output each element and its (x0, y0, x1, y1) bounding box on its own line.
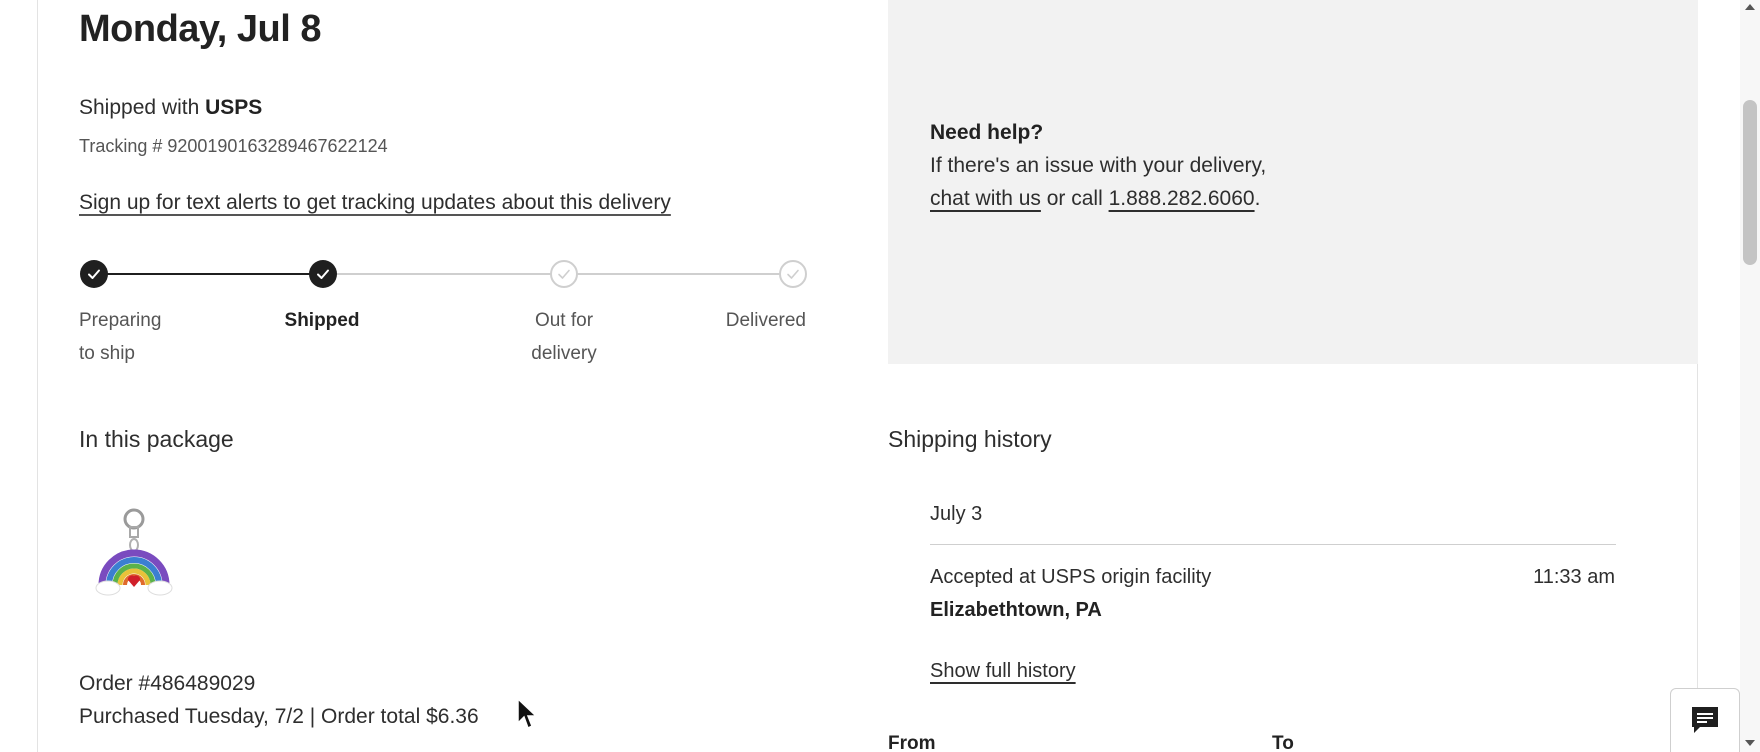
step-label-preparing: Preparing to ship (79, 310, 162, 364)
package-heading: In this package (79, 426, 234, 452)
tracking-number: Tracking # 9200190163289467622124 (79, 136, 388, 156)
check-icon (558, 269, 570, 279)
history-date: July 3 (930, 503, 983, 525)
history-divider (930, 544, 1616, 545)
help-contact: chat with us or call 1.888.282.6060. (930, 187, 1260, 211)
check-icon (787, 269, 799, 279)
step-node-preparing (80, 260, 108, 288)
rainbow-charm-image[interactable] (94, 505, 174, 605)
carrier-name: USPS (205, 96, 263, 119)
help-panel: Need help? If there's an issue with your… (888, 0, 1698, 364)
chat-with-us-link[interactable]: chat with us (930, 187, 1041, 210)
to-label: To (1272, 733, 1294, 752)
step-label-shipped: Shipped (284, 310, 360, 331)
scroll-up-arrow-icon[interactable] (1740, 0, 1760, 14)
scroll-down-arrow-icon[interactable] (1740, 736, 1760, 750)
help-title: Need help? (930, 121, 1044, 144)
chat-bubble-icon (1692, 707, 1718, 733)
history-event: Accepted at USPS origin facility (930, 566, 1212, 588)
chat-button[interactable] (1670, 688, 1740, 752)
help-end-text: . (1254, 187, 1261, 210)
history-location: Elizabethtown, PA (930, 599, 1102, 621)
shipped-with: Shipped with USPS (79, 96, 262, 120)
step-label-delivered: Delivered (725, 310, 806, 331)
progress-line-complete (94, 273, 328, 275)
mouse-cursor-icon (516, 697, 538, 731)
scrollbar-thumb[interactable] (1743, 100, 1757, 265)
help-text: If there's an issue with your delivery, (930, 154, 1267, 177)
help-middle-text: or call (1040, 187, 1109, 210)
delivery-progress-tracker: Preparing to ship Shipped Out for delive… (79, 260, 808, 380)
step-node-shipped (309, 260, 337, 288)
check-icon (88, 269, 100, 279)
check-icon (317, 269, 329, 279)
delivery-date: Monday, Jul 8 (79, 8, 321, 50)
page-scrollbar[interactable] (1740, 0, 1760, 752)
from-label: From (888, 733, 936, 752)
shipped-with-prefix: Shipped with (79, 96, 206, 119)
phone-link[interactable]: 1.888.282.6060 (1109, 187, 1255, 210)
text-alerts-link[interactable]: Sign up for text alerts to get tracking … (79, 191, 671, 215)
step-label-out-for-delivery: Out for delivery (531, 310, 597, 364)
order-meta: Purchased Tuesday, 7/2 | Order total $6.… (79, 705, 479, 728)
order-number: Order #486489029 (79, 672, 256, 695)
history-time: 11:33 am (1533, 566, 1615, 588)
shipping-history-heading: Shipping history (888, 426, 1052, 452)
show-full-history-link[interactable]: Show full history (930, 660, 1076, 683)
step-node-delivered (779, 260, 807, 288)
step-node-out-for-delivery (550, 260, 578, 288)
